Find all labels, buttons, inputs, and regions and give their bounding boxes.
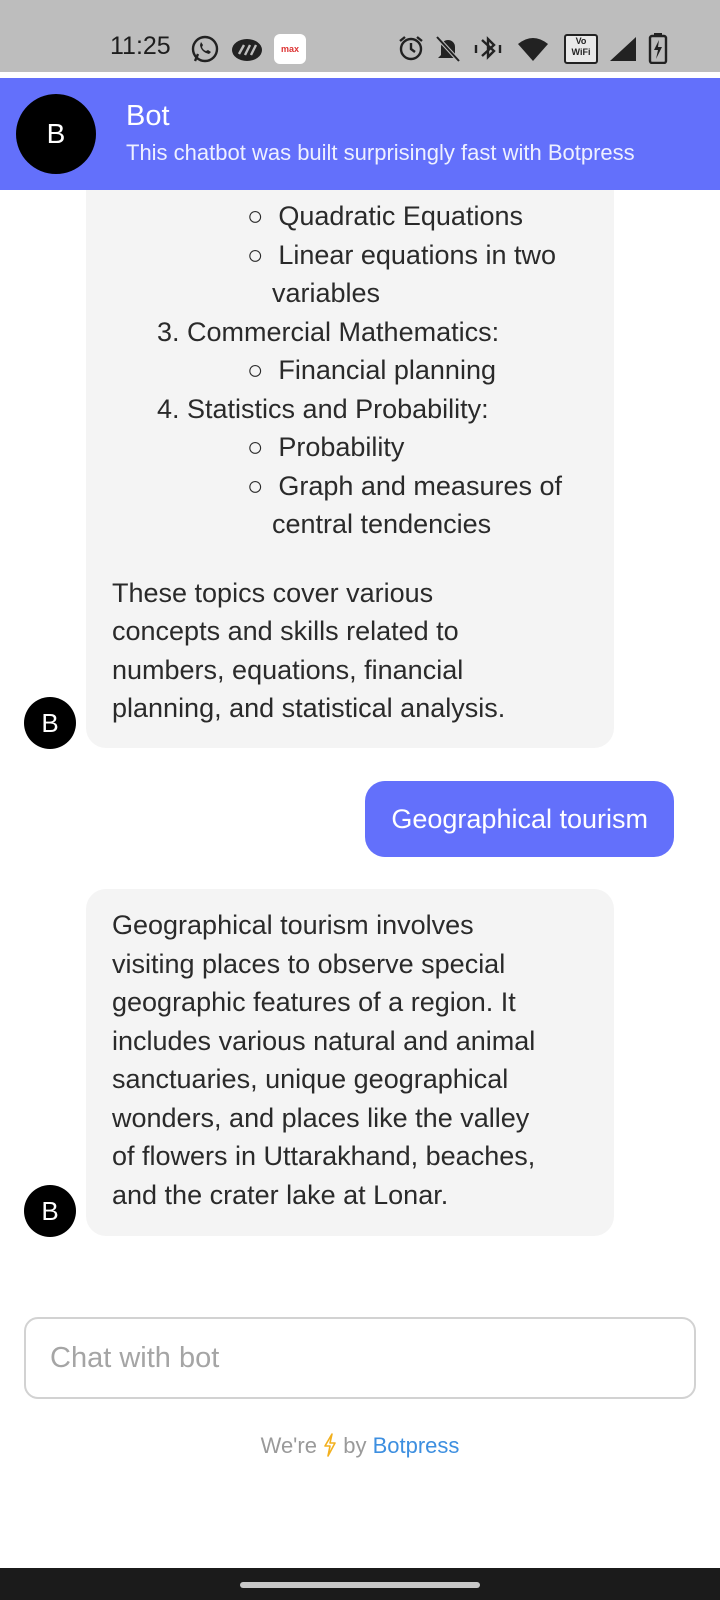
- whatsapp-icon: [191, 35, 219, 63]
- message-text: wonders, and places like the valley: [112, 1102, 530, 1133]
- mute-icon: [435, 35, 461, 63]
- message-text: These topics cover various: [112, 577, 434, 608]
- list-item: ○ Quadratic Equations: [247, 201, 523, 231]
- message-text: of flowers in Uttarakhand, beaches,: [112, 1141, 536, 1171]
- alarm-icon: [399, 36, 423, 61]
- list-item-continuation: central tendencies: [272, 509, 492, 539]
- home-gesture-handle[interactable]: [240, 1582, 480, 1588]
- status-bar-divider: [0, 72, 720, 78]
- app-logo-icon: [232, 39, 262, 61]
- bot-message-avatar: B: [24, 697, 76, 749]
- system-nav-bar: [0, 1568, 720, 1600]
- botpress-link[interactable]: Botpress: [373, 1433, 460, 1458]
- list-item: ○ Financial planning: [247, 355, 496, 385]
- message-text: Geographical tourism: [391, 803, 648, 834]
- message-text: includes various natural and animal: [112, 1025, 536, 1056]
- message-text: Geographical tourism involves: [112, 910, 474, 940]
- status-bar: 11:25 max Vo WiFi: [0, 0, 720, 72]
- chat-header: B Bot This chatbot was built surprisingl…: [0, 78, 720, 190]
- list-item: ○ Probability: [247, 432, 405, 462]
- message-text: sanctuaries, unique geographical: [112, 1064, 509, 1094]
- battery-charging-icon: [648, 33, 668, 64]
- footer-prefix: We're: [260, 1433, 317, 1458]
- user-message: Geographical tourism: [365, 781, 674, 857]
- max-app-icon: max: [274, 34, 306, 64]
- list-item-continuation: variables: [272, 278, 381, 308]
- vowifi-icon: Vo WiFi: [564, 34, 598, 64]
- vowifi-label: Vo WiFi: [571, 36, 591, 57]
- message-text: numbers, equations, financial: [112, 654, 464, 685]
- wifi-icon: [518, 38, 548, 61]
- message-text: planning, and statistical analysis.: [112, 693, 506, 723]
- message-text: concepts and skills related to: [112, 616, 459, 646]
- bluetooth-vibrate-icon: [474, 36, 502, 60]
- max-label: max: [280, 44, 299, 54]
- bot-message: Geographical tourism involves visiting p…: [86, 889, 614, 1236]
- bot-message-avatar: B: [24, 1185, 76, 1237]
- bot-avatar[interactable]: B: [16, 94, 96, 174]
- bot-message: ○ Quadratic Equations ○ Linear equations…: [86, 140, 614, 748]
- list-item: 3. Commercial Mathematics:: [157, 316, 500, 347]
- list-item: ○ Graph and measures of: [247, 470, 562, 501]
- footer-middle: by: [343, 1433, 367, 1458]
- message-text: geographic features of a region. It: [112, 987, 516, 1017]
- message-text: and the crater lake at Lonar.: [112, 1179, 449, 1210]
- lightning-icon: [324, 1433, 336, 1457]
- bot-name: Bot: [126, 100, 170, 132]
- chat-input[interactable]: [24, 1317, 696, 1399]
- status-time: 11:25: [110, 32, 171, 60]
- list-item: ○ Linear equations in two: [247, 239, 557, 270]
- signal-icon: [610, 37, 636, 61]
- powered-by-footer: We're by Botpress: [0, 1433, 720, 1459]
- list-item: 4. Statistics and Probability:: [157, 393, 489, 424]
- message-text: visiting places to observe special: [112, 948, 506, 979]
- bot-description: This chatbot was built surprisingly fast…: [126, 140, 635, 165]
